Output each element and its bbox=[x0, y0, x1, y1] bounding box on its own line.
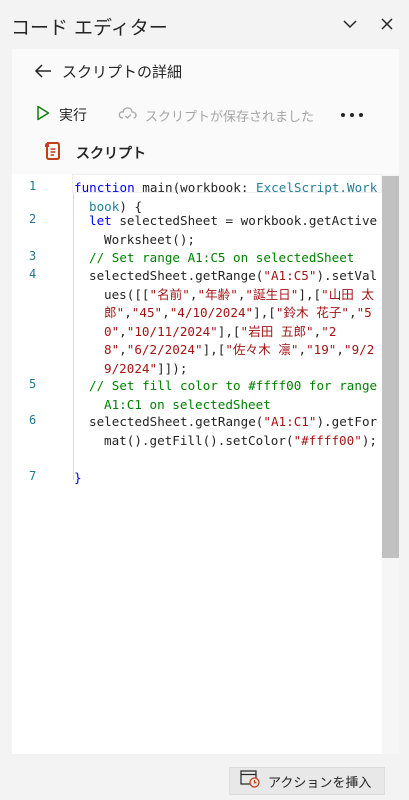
code-token: function bbox=[74, 180, 135, 195]
code-text: function main(workbook: ExcelScript.Work… bbox=[74, 179, 379, 216]
play-icon bbox=[36, 105, 50, 125]
code-token: ],[ bbox=[217, 323, 241, 339]
code-token: "6/2/2024" bbox=[126, 342, 203, 357]
code-token: "誕生日" bbox=[245, 286, 299, 302]
code-token: "10/11/2024" bbox=[126, 323, 218, 339]
back-arrow-icon[interactable] bbox=[34, 63, 52, 79]
code-token: , bbox=[336, 342, 344, 357]
script-details-card: スクリプトの詳細 実行 スクリプトが保存されました スクリプト 1 functio… bbox=[12, 49, 399, 800]
code-token: } bbox=[74, 470, 82, 485]
code-text: let selectedSheet = workbook.getActiveWo… bbox=[89, 212, 379, 249]
code-token: , bbox=[298, 342, 307, 357]
code-token: , bbox=[119, 342, 127, 357]
code-editor[interactable]: 1 function main(workbook: ExcelScript.Wor… bbox=[12, 174, 399, 754]
chevron-down-icon[interactable] bbox=[340, 14, 360, 34]
code-token: selectedSheet.getRange( bbox=[89, 268, 264, 283]
line-number: 6 bbox=[29, 413, 37, 427]
code-token: "45" bbox=[131, 305, 163, 320]
pane-header: コード エディター bbox=[0, 0, 409, 48]
run-button[interactable]: 実行 bbox=[36, 104, 87, 126]
insert-action-button[interactable]: アクションを挿入 bbox=[229, 767, 385, 795]
code-token: ],[ bbox=[253, 305, 276, 320]
code-text: selectedSheet.getRange("A1:C5").setValue… bbox=[89, 267, 379, 378]
code-token: ],[ bbox=[298, 286, 322, 302]
code-token: "#ffff00" bbox=[293, 432, 362, 448]
line-number: 5 bbox=[29, 377, 37, 391]
line-number: 1 bbox=[29, 179, 37, 193]
code-token: let bbox=[89, 213, 112, 228]
run-label: 実行 bbox=[59, 108, 87, 124]
save-status: スクリプトが保存されました bbox=[118, 104, 314, 126]
code-text: } bbox=[74, 469, 379, 488]
code-token: // Set range A1:C5 on selectedSheet bbox=[89, 250, 355, 265]
code-token: "4/10/2024" bbox=[169, 305, 254, 320]
code-token: ); bbox=[361, 432, 377, 448]
code-text: // Set range A1:C5 on selectedSheet bbox=[89, 249, 379, 268]
script-file-icon bbox=[44, 141, 62, 165]
code-token: , bbox=[119, 323, 127, 339]
code-token: ]]); bbox=[157, 360, 188, 376]
code-token: ExcelScript. bbox=[256, 180, 347, 195]
code-token: "19" bbox=[306, 342, 337, 357]
code-token: ],[ bbox=[202, 342, 226, 357]
bottom-bar: アクションを挿入 bbox=[12, 754, 399, 800]
code-token: , bbox=[349, 305, 357, 320]
cloud-check-icon bbox=[118, 105, 138, 125]
code-token: "A1:C5" bbox=[263, 268, 317, 283]
code-token: , bbox=[124, 305, 132, 320]
line-number: 3 bbox=[29, 249, 37, 263]
line-number: 7 bbox=[29, 469, 37, 483]
code-token: "岩田 五郎" bbox=[240, 323, 314, 339]
code-text: selectedSheet.getRange("A1:C1").getForma… bbox=[89, 413, 379, 450]
code-token: selectedSheet.getRange( bbox=[89, 414, 264, 429]
code-token: // Set fill color to #ffff00 for range A… bbox=[89, 378, 385, 412]
insert-action-label: アクションを挿入 bbox=[268, 775, 372, 791]
code-token: selectedSheet = workbook.getActiveWorksh… bbox=[104, 213, 378, 247]
indent-guide bbox=[73, 193, 74, 480]
code-token: "年齢" bbox=[197, 286, 238, 302]
code-token: "佐々木 凛" bbox=[225, 342, 299, 357]
code-text: // Set fill color to #ffff00 for range A… bbox=[89, 377, 379, 414]
script-section-title: スクリプト bbox=[76, 146, 146, 162]
back-row: スクリプトの詳細 bbox=[34, 61, 182, 81]
code-token: "名前" bbox=[149, 286, 190, 302]
close-icon[interactable] bbox=[377, 14, 397, 34]
code-token: "A1:C1" bbox=[263, 414, 317, 429]
line-number: 2 bbox=[29, 212, 37, 226]
pane-title: コード エディター bbox=[11, 17, 168, 39]
insert-action-icon bbox=[240, 770, 260, 792]
save-status-label: スクリプトが保存されました bbox=[145, 109, 315, 125]
more-icon[interactable] bbox=[341, 110, 363, 120]
script-header: スクリプト bbox=[44, 141, 146, 165]
scrollbar-thumb[interactable] bbox=[382, 176, 399, 558]
toolbar: 実行 スクリプトが保存されました bbox=[36, 104, 386, 126]
code-token: , bbox=[162, 305, 170, 320]
line-number: 4 bbox=[29, 267, 37, 281]
code-token: "鈴木 花子" bbox=[275, 305, 349, 320]
details-title: スクリプトの詳細 bbox=[62, 62, 183, 81]
code-token: main(workbook: bbox=[134, 180, 256, 195]
